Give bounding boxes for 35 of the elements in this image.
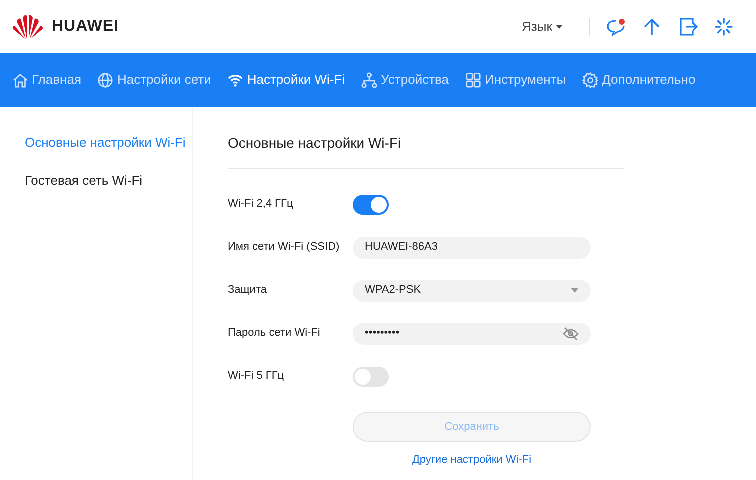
sidebar-item[interactable]: Гостевая сеть Wi-Fi — [25, 170, 192, 190]
nav-tab[interactable]: Дополнительно — [582, 70, 696, 90]
section-title: Основные настройки Wi-Fi — [228, 133, 624, 169]
hidden-eye-icon[interactable] — [563, 326, 579, 340]
network-icon — [361, 72, 378, 88]
security-dropdown[interactable]: WPA2-PSK — [353, 280, 591, 302]
field-label: Имя сети Wi-Fi (SSID) — [228, 240, 341, 256]
grid-icon — [465, 72, 482, 88]
globe-icon — [97, 72, 114, 88]
brand-name: HUAWEI — [52, 16, 119, 36]
more-settings-link[interactable]: Другие настройки Wi-Fi — [412, 454, 532, 466]
field-label: Пароль сети Wi-Fi — [228, 326, 322, 342]
password-field[interactable]: ••••••••• — [353, 322, 591, 344]
nav-tab[interactable]: Настройки сети — [97, 70, 212, 90]
sidebar-item[interactable]: Основные настройки Wi-Fi — [25, 133, 192, 152]
nav-tab[interactable]: Инструменты — [465, 70, 566, 90]
message-icon[interactable] — [606, 16, 626, 36]
toggle-switch[interactable] — [353, 366, 389, 386]
settings-icon — [582, 72, 600, 88]
nav-tab[interactable]: Устройства — [361, 70, 450, 90]
nav-tab[interactable]: Главная — [12, 70, 82, 90]
nav-tab[interactable]: Настройки Wi-Fi — [227, 70, 346, 90]
home-icon — [12, 72, 29, 88]
field-label: Wi-Fi 2,4 ГГц — [228, 197, 294, 212]
language-menu[interactable]: Язык — [522, 16, 573, 36]
logout-icon[interactable] — [678, 16, 698, 36]
toggle-switch[interactable] — [353, 194, 389, 214]
ssid-field[interactable]: HUAWEI-86A3 — [353, 236, 591, 258]
caret-icon — [556, 25, 563, 30]
field-label: Wi-Fi 5 ГГц — [228, 369, 286, 384]
logo-icon — [12, 14, 44, 40]
upload-icon[interactable] — [642, 16, 662, 36]
caret-icon — [571, 288, 579, 293]
loading-icon[interactable] — [714, 16, 734, 36]
field-label: Защита — [228, 283, 268, 298]
